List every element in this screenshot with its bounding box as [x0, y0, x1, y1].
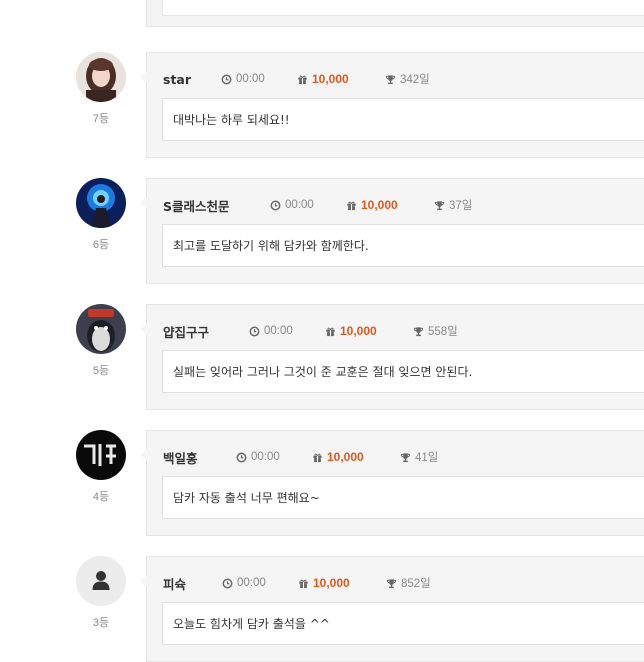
- attendance-entry: 4등 백일홍 00:00 10,000 41일 담카 자동 출석 너무 편해요~: [0, 430, 644, 536]
- rank-label: 5등: [92, 365, 110, 377]
- days-value: 37일: [449, 200, 473, 212]
- avatar[interactable]: [76, 52, 126, 102]
- rank-label: 7등: [92, 113, 110, 125]
- clock-icon: [236, 452, 247, 463]
- time-value: 00:00: [251, 451, 280, 463]
- avatar-photo-neon-text: [76, 430, 126, 480]
- gift-icon: [346, 200, 357, 211]
- days-stat: 37일: [434, 197, 472, 213]
- user-name[interactable]: 피슉: [163, 574, 222, 593]
- clock-icon: [222, 578, 233, 589]
- points-stat: 10,000: [312, 450, 400, 464]
- entry-meta: star 00:00 10,000 342일: [163, 71, 430, 87]
- gift-icon: [325, 326, 336, 337]
- user-name[interactable]: star: [163, 72, 221, 87]
- entry-message: 담카 자동 출석 너무 편해요~: [162, 476, 644, 519]
- time-value: 00:00: [285, 199, 314, 211]
- trophy-icon: [413, 326, 424, 337]
- trophy-icon: [386, 578, 397, 589]
- entry-meta: 백일홍 00:00 10,000 41일: [163, 448, 438, 467]
- points-stat: 10,000: [297, 72, 385, 86]
- days-stat: 558일: [413, 323, 458, 339]
- clock-icon: [221, 74, 232, 85]
- time-value: 00:00: [237, 577, 266, 589]
- avatar[interactable]: [76, 556, 126, 606]
- time-stat: 00:00: [270, 199, 346, 211]
- days-value: 852일: [401, 578, 431, 590]
- points-value: 10,000: [361, 198, 398, 212]
- days-stat: 852일: [386, 575, 431, 591]
- days-value: 558일: [428, 326, 458, 338]
- gift-icon: [312, 452, 323, 463]
- points-value: 10,000: [313, 576, 350, 590]
- entry-panel: S클래스천문 00:00 10,000 37일 최고를 도달하기 위해 담카와 …: [140, 178, 644, 284]
- attendance-entry: 5등 얍집구구 00:00 10,000 558일 실패는 잊어라 그러나 그것…: [0, 304, 644, 410]
- default-user-icon: [76, 556, 126, 606]
- avatar[interactable]: [76, 178, 126, 228]
- previous-entry-panel: [146, 0, 644, 27]
- gift-icon: [297, 74, 308, 85]
- avatar-photo-woman: [76, 52, 126, 102]
- days-value: 342일: [400, 74, 430, 86]
- time-value: 00:00: [264, 325, 293, 337]
- entry-panel: 피슉 00:00 10,000 852일 오늘도 힘차게 담카 출석을 ^^: [140, 556, 644, 662]
- time-stat: 00:00: [249, 325, 325, 337]
- entry-message: 최고를 도달하기 위해 담카와 함께한다.: [162, 224, 644, 267]
- points-stat: 10,000: [346, 198, 434, 212]
- entry-meta: 피슉 00:00 10,000 852일: [163, 574, 431, 593]
- entry-meta: 얍집구구 00:00 10,000 558일: [163, 322, 458, 341]
- attendance-entry: 3등 피슉 00:00 10,000 852일 오늘도 힘차게 담카 출석을 ^…: [0, 556, 644, 662]
- rank-label: 4등: [92, 491, 110, 503]
- rank-label: 3등: [92, 617, 110, 629]
- entry-panel: 얍집구구 00:00 10,000 558일 실패는 잊어라 그러나 그것이 준…: [140, 304, 644, 410]
- entry-message: 실패는 잊어라 그러나 그것이 준 교훈은 절대 잊으면 안된다.: [162, 350, 644, 393]
- entry-meta: S클래스천문 00:00 10,000 37일: [163, 196, 472, 215]
- attendance-entry: 7등 star 00:00 10,000 342일 대박나는 하루 되세요!!: [0, 52, 644, 158]
- time-value: 00:00: [236, 73, 265, 85]
- time-stat: 00:00: [221, 73, 297, 85]
- time-stat: 00:00: [222, 577, 298, 589]
- gift-icon: [298, 578, 309, 589]
- user-name[interactable]: S클래스천문: [163, 196, 270, 215]
- time-stat: 00:00: [236, 451, 312, 463]
- trophy-icon: [385, 74, 396, 85]
- clock-icon: [270, 200, 281, 211]
- entry-message: 오늘도 힘차게 담카 출석을 ^^: [162, 602, 644, 645]
- days-value: 41일: [415, 452, 439, 464]
- days-stat: 342일: [385, 71, 430, 87]
- user-name[interactable]: 백일홍: [163, 448, 236, 467]
- avatar-photo-penguin: [76, 304, 126, 354]
- points-value: 10,000: [327, 450, 364, 464]
- entry-panel: 백일홍 00:00 10,000 41일 담카 자동 출석 너무 편해요~: [140, 430, 644, 536]
- avatar[interactable]: [76, 430, 126, 480]
- points-value: 10,000: [312, 72, 349, 86]
- trophy-icon: [434, 200, 445, 211]
- previous-entry-message: [162, 0, 644, 16]
- trophy-icon: [400, 452, 411, 463]
- entry-panel: star 00:00 10,000 342일 대박나는 하루 되세요!!: [140, 52, 644, 158]
- days-stat: 41일: [400, 449, 438, 465]
- points-stat: 10,000: [298, 576, 386, 590]
- attendance-entry: 6등 S클래스천문 00:00 10,000 37일 최고를 도달하기 위해 담…: [0, 178, 644, 284]
- avatar[interactable]: [76, 304, 126, 354]
- user-name[interactable]: 얍집구구: [163, 322, 249, 341]
- points-stat: 10,000: [325, 324, 413, 338]
- rank-label: 6등: [92, 239, 110, 251]
- avatar-photo-blue-glow: [76, 178, 126, 228]
- entry-message: 대박나는 하루 되세요!!: [162, 98, 644, 141]
- clock-icon: [249, 326, 260, 337]
- points-value: 10,000: [340, 324, 377, 338]
